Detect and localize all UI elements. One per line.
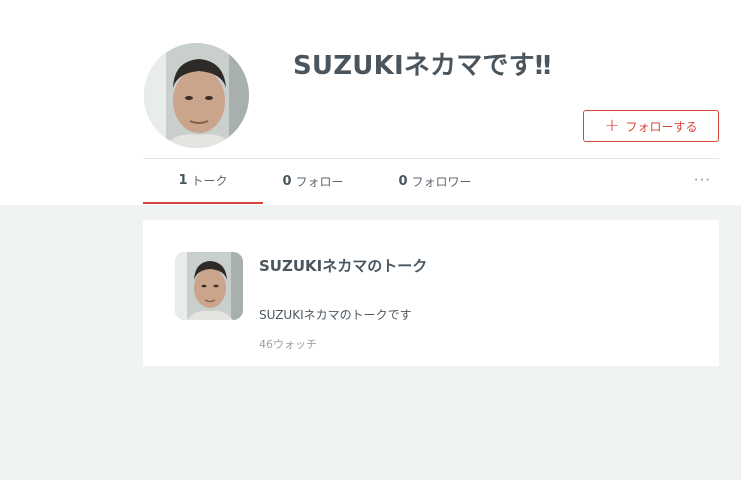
tab-talk[interactable]: 1 トーク (143, 159, 263, 204)
profile-tabs: 1 トーク 0 フォロー 0 フォロワー ··· (143, 159, 719, 205)
face-photo-icon (175, 252, 243, 320)
follow-button-label: フォローする (625, 119, 698, 134)
tab-follow[interactable]: 0 フォロー (253, 159, 373, 203)
talk-list: SUZUKIネカマのトーク SUZUKIネカマのトークです 46ウォッチ (0, 205, 741, 480)
profile-avatar[interactable] (144, 43, 249, 148)
follow-button[interactable]: + フォローする (583, 110, 719, 142)
talk-thumbnail[interactable] (175, 252, 243, 320)
tab-follow-label: フォロー (295, 174, 344, 189)
plus-icon: + (604, 115, 620, 136)
talk-description: SUZUKIネカマのトークです (259, 308, 412, 322)
tab-follower[interactable]: 0 フォロワー (370, 159, 500, 203)
tab-follow-count: 0 (282, 173, 292, 189)
profile-name: SUZUKIネカマです‼ (293, 51, 552, 81)
tab-follower-count: 0 (398, 173, 408, 189)
tab-follower-label: フォロワー (411, 174, 472, 189)
talk-watch-count: 46ウォッチ (259, 338, 317, 351)
face-photo-icon (144, 43, 249, 148)
talk-title[interactable]: SUZUKIネカマのトーク (259, 255, 427, 276)
profile-header: SUZUKIネカマです‼ + フォローする 1 トーク 0 フォロー 0 フォロ… (0, 0, 741, 205)
tab-talk-label: トーク (191, 174, 228, 188)
tab-talk-count: 1 (178, 173, 188, 188)
more-horizontal-icon[interactable]: ··· (694, 171, 711, 189)
talk-card[interactable]: SUZUKIネカマのトーク SUZUKIネカマのトークです 46ウォッチ (143, 220, 719, 366)
